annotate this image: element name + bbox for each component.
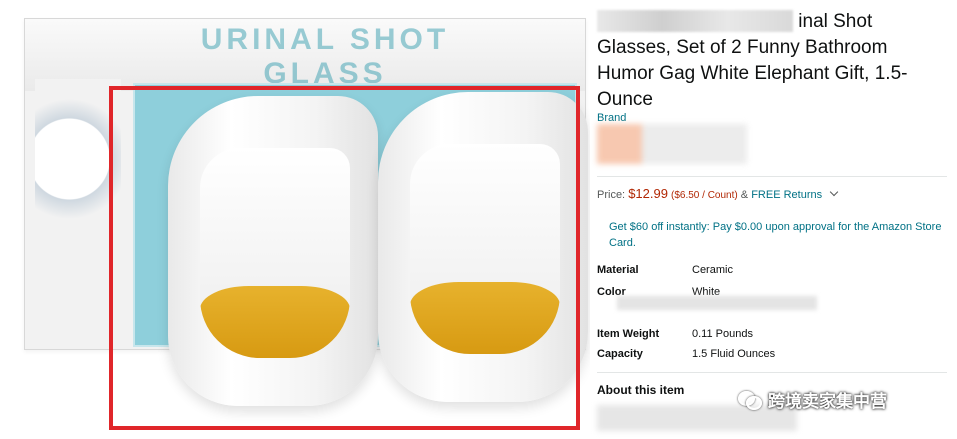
- product-title[interactable]: inal Shot Glasses, Set of 2 Funny Bathro…: [597, 9, 947, 113]
- spec-value: 1.5 Fluid Ounces: [692, 348, 776, 360]
- blurred-title-prefix: [597, 10, 793, 32]
- product-image[interactable]: URINAL SHOT GLASS: [0, 0, 590, 439]
- spec-key: Item Weight: [597, 328, 660, 340]
- ampersand: &: [740, 189, 749, 201]
- store-card-promo-link[interactable]: Get $60 off instantly: Pay $0.00 upon ap…: [609, 219, 944, 251]
- wechat-icon: [738, 389, 762, 410]
- spec-row: Capacity 1.5 Fluid Ounces: [597, 348, 947, 364]
- free-returns-link[interactable]: FREE Returns: [751, 189, 822, 201]
- watermark: 跨境卖家集中营: [738, 386, 887, 412]
- spec-value: 0.11 Pounds: [692, 328, 753, 340]
- brand-link[interactable]: Brand: [597, 112, 626, 124]
- price-row: Price: $12.99 ($6.50 / Count) & FREE Ret…: [597, 186, 839, 201]
- spec-key: Material: [597, 264, 639, 276]
- blurred-rating: [597, 124, 747, 164]
- spec-row: Material Ceramic: [597, 264, 947, 280]
- about-this-item-heading: About this item: [597, 383, 685, 397]
- watermark-text: 跨境卖家集中营: [768, 391, 887, 411]
- divider: [597, 372, 947, 373]
- unit-price: ($6.50 / Count): [671, 190, 738, 201]
- price-value: $12.99: [628, 186, 668, 201]
- blurred-spec-area: [617, 296, 817, 310]
- red-highlight-frame: [109, 86, 580, 430]
- divider: [597, 176, 947, 177]
- price-label: Price:: [597, 189, 626, 201]
- spec-value: Ceramic: [692, 264, 733, 276]
- spec-row: Item Weight 0.11 Pounds: [597, 328, 947, 344]
- spec-key: Capacity: [597, 348, 643, 360]
- box-brand-print: URINAL SHOT GLASS: [200, 23, 450, 90]
- product-info-panel: inal Shot Glasses, Set of 2 Funny Bathro…: [597, 0, 947, 439]
- chevron-down-icon[interactable]: [829, 187, 839, 197]
